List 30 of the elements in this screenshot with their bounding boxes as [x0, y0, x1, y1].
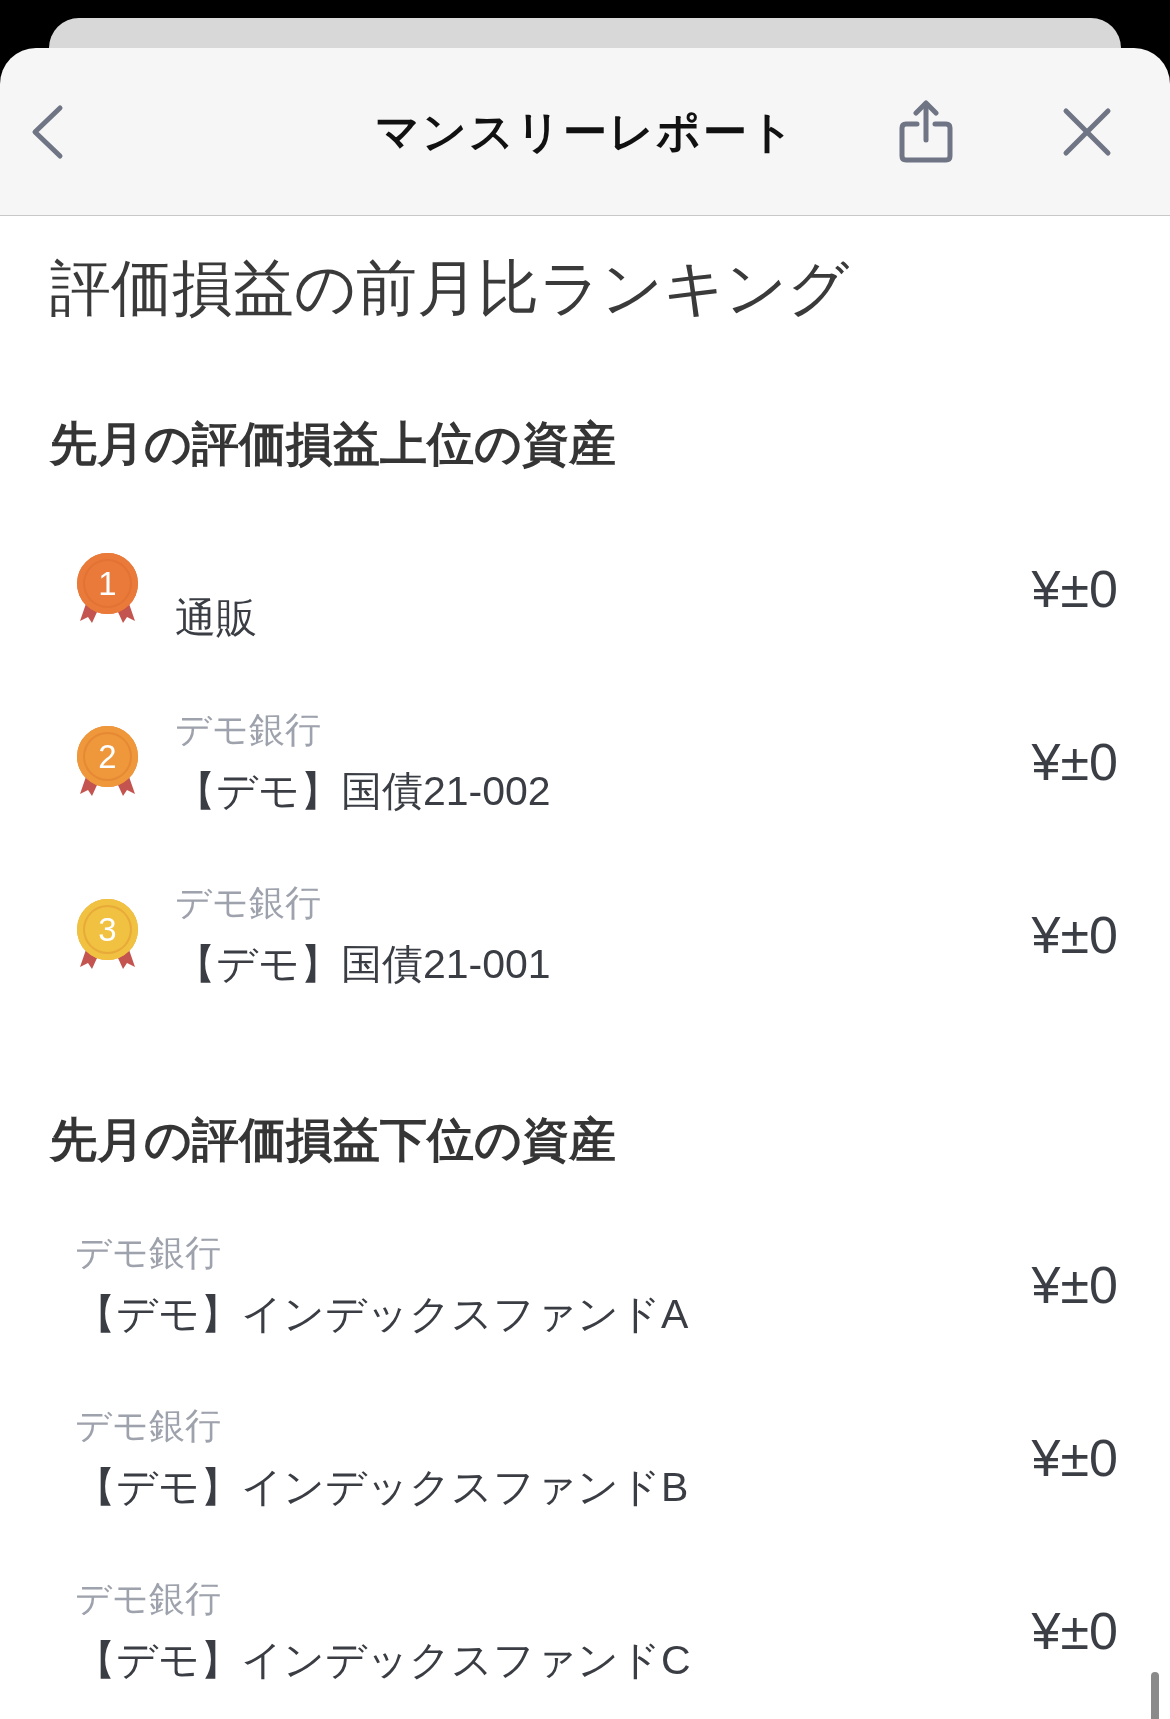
section-heading: 先月の評価損益上位の資産: [50, 416, 616, 472]
asset-name: 通販: [175, 593, 257, 643]
amount-value: ¥±0: [1031, 908, 1118, 961]
section-heading: 先月の評価損益下位の資産: [50, 1112, 616, 1168]
share-button[interactable]: [898, 99, 954, 164]
asset-name: 【デモ】インデックスファンドB: [75, 1462, 689, 1512]
navigation-title: マンスリーレポート: [374, 105, 796, 158]
rank-badge: 3: [77, 898, 138, 960]
asset-name: 【デモ】インデックスファンドA: [75, 1289, 689, 1339]
rank-badge: 2: [77, 725, 138, 787]
amount-value: ¥±0: [1031, 1604, 1118, 1657]
page-title: 評価損益の前月比ランキング: [49, 253, 849, 324]
amount-value: ¥±0: [1031, 1258, 1118, 1311]
asset-name: 【デモ】国債21-002: [175, 766, 551, 816]
close-button[interactable]: [1061, 105, 1113, 158]
amount-value: ¥±0: [1031, 735, 1118, 788]
institution-label: デモ銀行: [75, 1403, 221, 1448]
institution-label: デモ銀行: [175, 707, 321, 752]
scrollbar: [1151, 1672, 1159, 1719]
share-icon: [899, 100, 953, 163]
rank-badge: 1: [77, 552, 138, 614]
amount-value: ¥±0: [1031, 562, 1118, 615]
amount-value: ¥±0: [1031, 1431, 1118, 1484]
institution-label: デモ銀行: [175, 880, 321, 925]
asset-name: 【デモ】国債21-001: [175, 939, 551, 989]
institution-label: デモ銀行: [75, 1230, 221, 1275]
asset-name: 【デモ】インデックスファンドC: [75, 1635, 691, 1685]
close-icon: [1062, 106, 1112, 157]
chevron-left-icon: [30, 103, 64, 160]
institution-label: デモ銀行: [75, 1576, 221, 1621]
